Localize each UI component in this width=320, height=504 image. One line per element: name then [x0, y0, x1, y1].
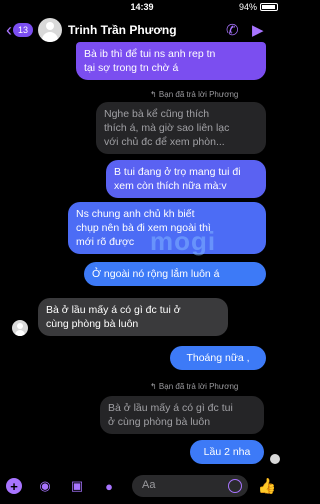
contact-name[interactable]: Trinh Trần Phương — [68, 23, 177, 37]
message-outgoing[interactable]: Bà ib thì để tui ns anh rep tn tại sợ tr… — [76, 42, 266, 80]
message-outgoing[interactable]: Thoáng nữa , — [170, 346, 266, 370]
message-input-placeholder: Aa — [142, 479, 156, 491]
message-outgoing[interactable]: Lầu 2 nha — [190, 440, 264, 464]
contact-avatar[interactable] — [38, 18, 62, 42]
message-outgoing[interactable]: B tui đang ở trọ mang tui đi xem còn thí… — [106, 160, 266, 198]
message-composer: + ◉ ▣ ● Aa 👍 — [0, 468, 284, 504]
message-incoming[interactable]: Bà ở lầu mấy á có gì đc tui ở cùng phòng… — [38, 298, 228, 336]
chevron-left-icon: ‹ — [6, 20, 12, 40]
mic-icon[interactable]: ● — [100, 477, 118, 495]
video-icon[interactable]: ▶ — [252, 21, 264, 39]
watermark: mogi — [150, 226, 217, 256]
message-input[interactable]: Aa — [132, 475, 248, 497]
status-bar: 14:39 94% — [0, 0, 284, 14]
phone-icon[interactable]: ✆ — [226, 21, 239, 39]
battery-percent: 94% — [238, 2, 257, 12]
back-button[interactable]: ‹ 13 — [6, 20, 34, 40]
camera-icon[interactable]: ◉ — [36, 477, 54, 495]
smile-icon[interactable] — [228, 479, 242, 493]
plus-icon[interactable]: + — [6, 478, 22, 494]
replied-message-quote[interactable]: Nghe bà kể cũng thích thích á, mà giờ sa… — [96, 102, 266, 154]
status-indicators: 94% — [239, 2, 278, 12]
thumbs-up-icon[interactable]: 👍 — [258, 477, 277, 495]
reply-indicator: ↰ Bạn đã trả lời Phương — [150, 90, 239, 99]
reply-indicator: ↰ Bạn đã trả lời Phương — [150, 382, 239, 391]
seen-avatar — [270, 454, 280, 464]
replied-message-quote[interactable]: Bà ở lầu mấy á có gì đc tui ở cùng phòng… — [100, 396, 264, 434]
battery-icon — [260, 3, 278, 11]
unread-count-badge: 13 — [13, 23, 34, 37]
contact-avatar-small[interactable] — [12, 320, 28, 336]
message-outgoing[interactable]: Ở ngoài nó rộng lắm luôn á — [84, 262, 266, 286]
image-icon[interactable]: ▣ — [68, 477, 86, 495]
